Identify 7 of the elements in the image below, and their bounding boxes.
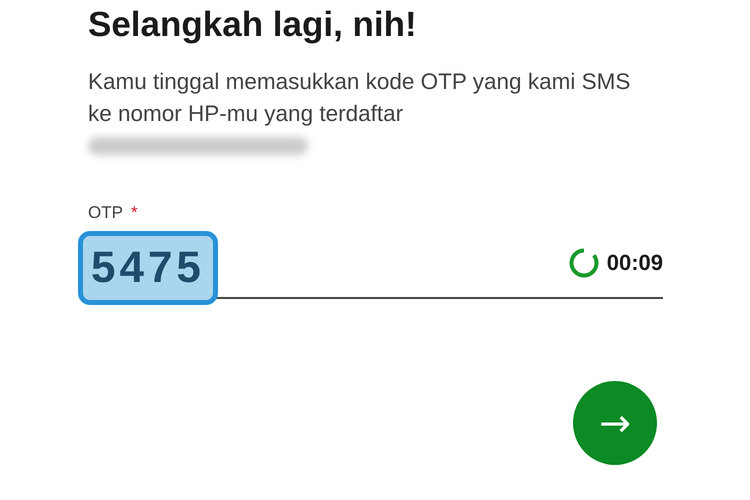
required-mark: * — [130, 203, 138, 223]
next-button[interactable]: → — [573, 381, 657, 465]
otp-input[interactable]: 5475 — [78, 231, 218, 305]
timer-text: 00:09 — [606, 250, 663, 276]
otp-label: OTP — [88, 203, 123, 223]
description-text: Kamu tinggal memasukkan kode OTP yang kami SMS ke nomor HP-mu yang terdaftar — [88, 68, 632, 128]
page-title: Selangkah lagi, nih! — [88, 4, 418, 46]
